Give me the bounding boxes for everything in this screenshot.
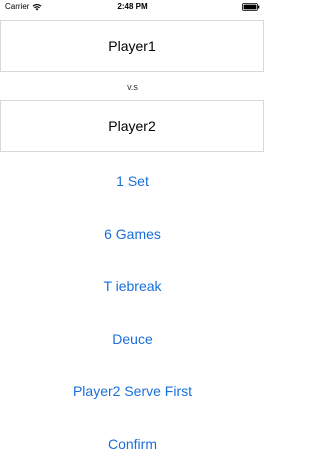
player1-label: Player1 <box>108 38 156 54</box>
player2-label: Player2 <box>108 118 156 134</box>
battery-icon <box>242 3 260 11</box>
serve-first-button[interactable]: Player2 Serve First <box>0 382 265 400</box>
games-button[interactable]: 6 Games <box>0 225 265 243</box>
player2-field[interactable]: Player2 <box>0 100 264 152</box>
status-bar: Carrier 2:48 PM <box>0 0 265 14</box>
player1-field[interactable]: Player1 <box>0 20 264 72</box>
match-setup-screen: Carrier 2:48 PM Player1 v.s Player2 1 Se… <box>0 0 265 471</box>
confirm-button[interactable]: Confirm <box>0 435 265 453</box>
deuce-button[interactable]: Deuce <box>0 330 265 348</box>
tiebreak-button[interactable]: T iebreak <box>0 277 265 295</box>
vs-label: v.s <box>127 82 138 92</box>
status-time: 2:48 PM <box>117 2 148 11</box>
sets-button[interactable]: 1 Set <box>0 172 265 190</box>
